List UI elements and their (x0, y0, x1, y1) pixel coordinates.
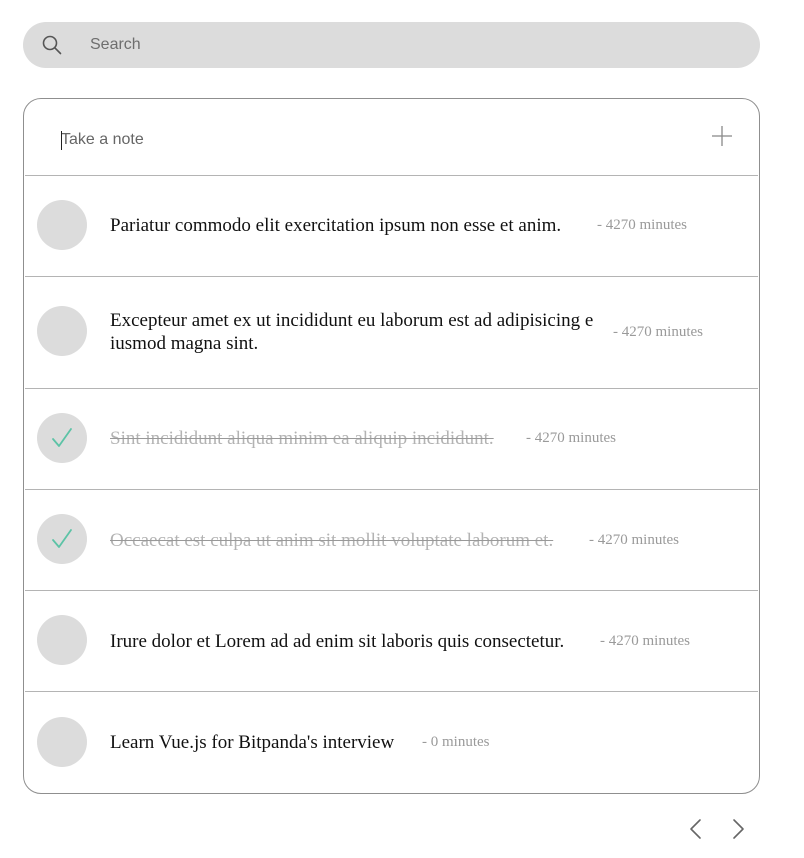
divider (25, 590, 758, 591)
todo-checkbox-checked[interactable] (37, 413, 87, 463)
todo-time: - 4270 minutes (600, 633, 690, 649)
divider (25, 489, 758, 490)
divider (25, 691, 758, 692)
divider (25, 175, 758, 176)
search-icon (42, 35, 62, 55)
plus-icon[interactable] (711, 125, 733, 147)
chevron-left-icon[interactable] (685, 817, 707, 841)
chevron-right-icon[interactable] (727, 817, 749, 841)
text-cursor (61, 131, 62, 150)
todo-checkbox[interactable] (37, 200, 87, 250)
todo-checkbox[interactable] (37, 306, 87, 356)
new-note-input[interactable] (61, 122, 621, 158)
todo-text: Learn Vue.js for Bitpanda's interview (110, 732, 395, 753)
todo-text: Sint incididunt aliqua minim ea aliquip … (110, 428, 494, 449)
checkmark-icon (52, 529, 72, 548)
todo-time: - 0 minutes (422, 734, 490, 750)
todo-checkbox[interactable] (37, 615, 87, 665)
todo-checkbox-checked[interactable] (37, 514, 87, 564)
todo-text: Occaecat est culpa ut anim sit mollit vo… (110, 530, 554, 551)
checkmark-icon (52, 428, 72, 447)
todo-text: Pariatur commodo elit exercitation ipsum… (110, 215, 562, 236)
divider (25, 388, 758, 389)
todo-time: - 4270 minutes (589, 532, 679, 548)
todo-text: Excepteur amet ex ut incididunt eu labor… (110, 310, 594, 354)
search-input[interactable] (90, 22, 730, 68)
todo-time: - 4270 minutes (597, 217, 687, 233)
todo-text: Irure dolor et Lorem ad ad enim sit labo… (110, 631, 565, 652)
todo-time: - 4270 minutes (613, 324, 703, 340)
todo-checkbox[interactable] (37, 717, 87, 767)
todo-time: - 4270 minutes (526, 430, 616, 446)
divider (25, 276, 758, 277)
